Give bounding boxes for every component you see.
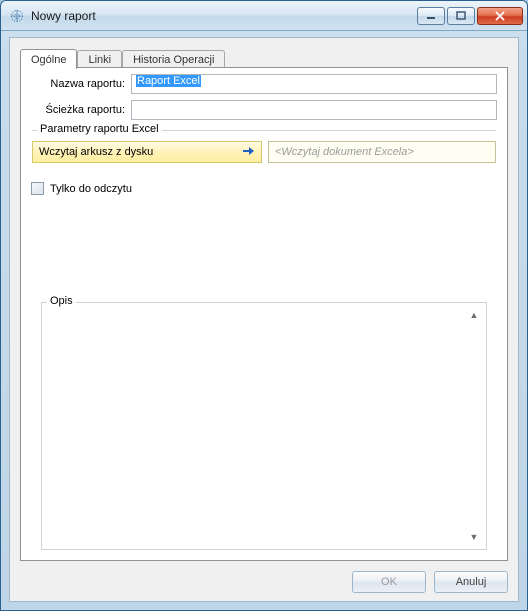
- scroll-up-icon[interactable]: ▲: [466, 307, 482, 323]
- excel-document-field[interactable]: <Wczytaj dokument Excela>: [268, 141, 496, 163]
- load-sheet-label: Wczytaj arkusz z dysku: [39, 146, 153, 158]
- ok-button[interactable]: OK: [352, 571, 426, 593]
- description-legend: Opis: [47, 295, 76, 307]
- readonly-checkbox[interactable]: [31, 182, 44, 195]
- scrollbar[interactable]: ▲ ▼: [466, 307, 482, 545]
- report-name-label: Nazwa raportu:: [31, 78, 131, 90]
- load-sheet-button[interactable]: Wczytaj arkusz z dysku: [32, 141, 262, 163]
- minimize-button[interactable]: [417, 7, 445, 25]
- maximize-button[interactable]: [447, 7, 475, 25]
- window-title: Nowy raport: [31, 9, 417, 23]
- description-textarea[interactable]: [46, 307, 466, 545]
- tab-panel-general: Nazwa raportu: Raport Excel Ścieżka rapo…: [20, 67, 508, 561]
- close-button[interactable]: [477, 7, 523, 25]
- params-legend: Parametry raportu Excel: [37, 123, 162, 135]
- report-path-input[interactable]: [131, 100, 497, 120]
- report-path-label: Ścieżka raportu:: [31, 104, 131, 116]
- readonly-label: Tylko do odczytu: [50, 183, 132, 195]
- window-controls: [417, 7, 523, 25]
- report-name-input[interactable]: Raport Excel: [131, 74, 497, 94]
- cancel-button[interactable]: Anuluj: [434, 571, 508, 593]
- dialog-buttons: OK Anuluj: [352, 571, 508, 593]
- scroll-down-icon[interactable]: ▼: [466, 529, 482, 545]
- app-icon: [9, 8, 25, 24]
- tab-general[interactable]: Ogólne: [20, 49, 77, 69]
- arrow-right-icon: [241, 145, 255, 160]
- titlebar[interactable]: Nowy raport: [1, 1, 527, 31]
- client-area: Ogólne Linki Historia Operacji Nazwa rap…: [9, 37, 519, 602]
- dialog-window: Nowy raport Ogólne Linki Historia Operac…: [0, 0, 528, 611]
- tab-strip: Ogólne Linki Historia Operacji: [20, 46, 508, 68]
